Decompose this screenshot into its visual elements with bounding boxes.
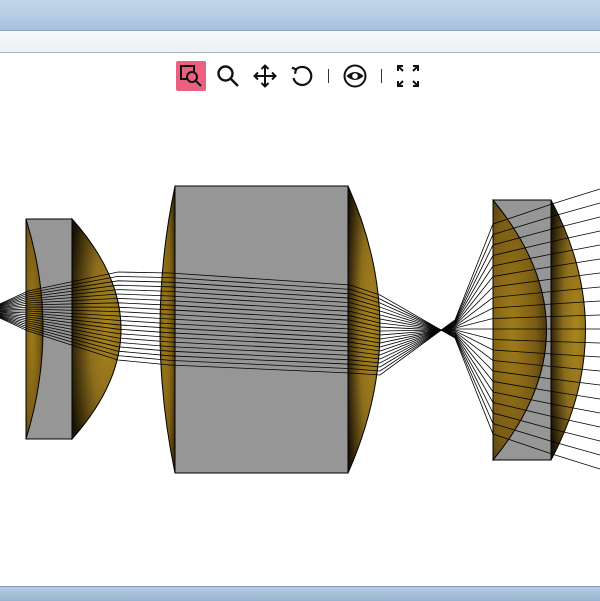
zoom-box-icon	[180, 65, 202, 87]
window-title-bar	[0, 0, 600, 31]
lens-2-rear-surface	[159, 185, 176, 474]
eye-icon	[343, 64, 367, 88]
optics-viewport[interactable]	[0, 53, 600, 586]
magnifier-icon	[217, 65, 239, 87]
toolbar-separator	[381, 69, 382, 83]
move-arrows-icon	[253, 64, 277, 88]
fullscreen-icon	[397, 65, 419, 87]
menu-bar	[0, 31, 600, 53]
rotate-ccw-icon	[291, 65, 313, 87]
lens-3-front-surface	[550, 199, 586, 461]
zoom-box-button[interactable]	[176, 61, 206, 91]
window-bottom-border	[0, 586, 600, 601]
view-toolbar	[176, 60, 430, 92]
toolbar-separator	[328, 69, 329, 83]
zoom-button[interactable]	[213, 61, 243, 91]
pan-button[interactable]	[250, 61, 280, 91]
lens-ray-diagram	[0, 185, 600, 474]
fullscreen-button[interactable]	[393, 61, 423, 91]
visibility-button[interactable]	[340, 61, 370, 91]
reset-view-button[interactable]	[287, 61, 317, 91]
